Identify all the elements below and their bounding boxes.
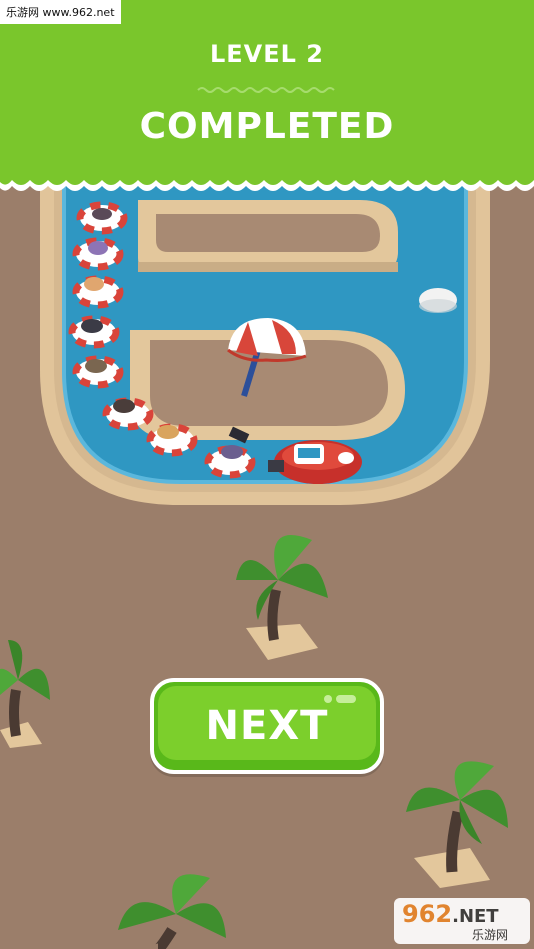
watermark-logo-net: .NET — [452, 906, 499, 927]
banner-background — [0, 0, 534, 191]
watermark-logo: 962.NET 乐游网 — [394, 898, 530, 944]
rock-icon — [419, 288, 457, 313]
swim-ring-icon — [72, 237, 124, 271]
swim-ring-icon — [72, 355, 124, 389]
watermark-top-left: 乐游网 www.962.net — [0, 0, 121, 24]
watermark-logo-sub: 乐游网 — [472, 928, 509, 942]
watermark-logo-number: 962 — [402, 900, 453, 928]
completed-title: COMPLETED — [139, 106, 395, 147]
watermark-logo-main: 962.NET — [402, 900, 499, 928]
next-button[interactable]: NEXT — [150, 678, 384, 774]
swim-ring-icon — [68, 315, 120, 349]
level-title: LEVEL 2 — [209, 40, 324, 68]
next-button-label: NEXT — [205, 703, 329, 749]
swim-ring-icon — [76, 201, 128, 235]
level-complete-banner: LEVEL 2 COMPLETED — [0, 0, 534, 200]
